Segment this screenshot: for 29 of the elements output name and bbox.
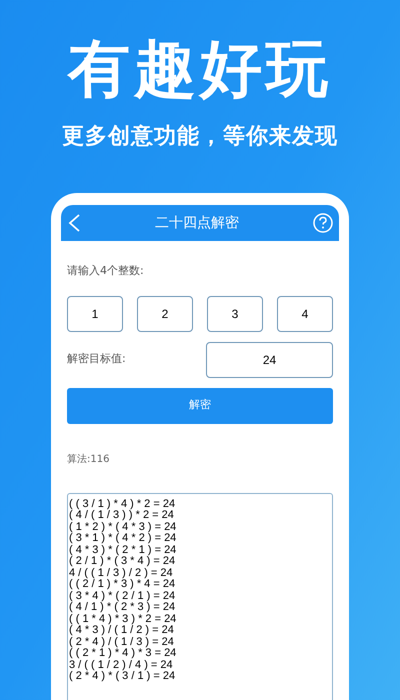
headline: 有趣好玩 [68,38,332,100]
app-title: 二十四点解密 [155,214,239,232]
result-line: ( 4 / 1 ) * ( 2 * 3 ) = 24 [69,602,176,614]
result-line: ( 4 * 3 ) / ( 1 / 2 ) = 24 [69,625,175,636]
target-input[interactable]: 24 [206,342,333,378]
result-line: 4 / ( ( 1 / 3 ) / 2 ) = 24 [69,568,174,579]
number-input[interactable]: 1 [67,296,123,332]
result-line: ( 4 / ( 1 / 3 ) ) * 2 = 24 [69,510,175,522]
number-input[interactable]: 3 [207,296,263,332]
number-input[interactable]: 2 [137,296,193,332]
back-icon[interactable] [67,213,81,233]
result-line: ( 2 * 4 ) / ( 1 / 3 ) = 24 [69,636,175,648]
input-prompt: 请输入4个整数: [67,263,145,279]
result-line: ( ( 2 / 1 ) * 3 ) * 4 = 24 [69,579,176,590]
result-line: ( 1 * 2 ) * ( 4 * 3 ) = 24 [69,522,178,533]
result-line: ( 3 * 1 ) * ( 4 * 2 ) = 24 [69,533,178,544]
result-line: ( 2 / 1 ) * ( 3 * 4 ) = 24 [69,556,176,568]
result-line: ( ( 3 / 1 ) * 4 ) * 2 = 24 [69,498,176,510]
result-line: ( 3 * 4 ) * ( 2 / 1 ) = 24 [69,590,176,602]
solution-count: 算法:116 [67,452,110,466]
result-line: ( ( 2 * 1 ) * 4 ) * 3 = 24 [69,648,178,660]
subtitle: 更多创意功能，等你来发现 [62,123,338,151]
target-label: 解密目标值: [67,351,126,368]
result-line: 3 / ( ( 1 / 2 ) / 4 ) = 24 [69,660,174,671]
help-icon[interactable] [313,213,333,233]
result-line: ( 4 * 3 ) * ( 2 * 1 ) = 24 [69,544,178,556]
number-input[interactable]: 4 [277,296,333,332]
result-line: ( 2 * 4 ) * ( 3 / 1 ) = 24 [69,671,176,682]
result-line: ( ( 1 * 4 ) * 3 ) * 2 = 24 [69,614,178,625]
